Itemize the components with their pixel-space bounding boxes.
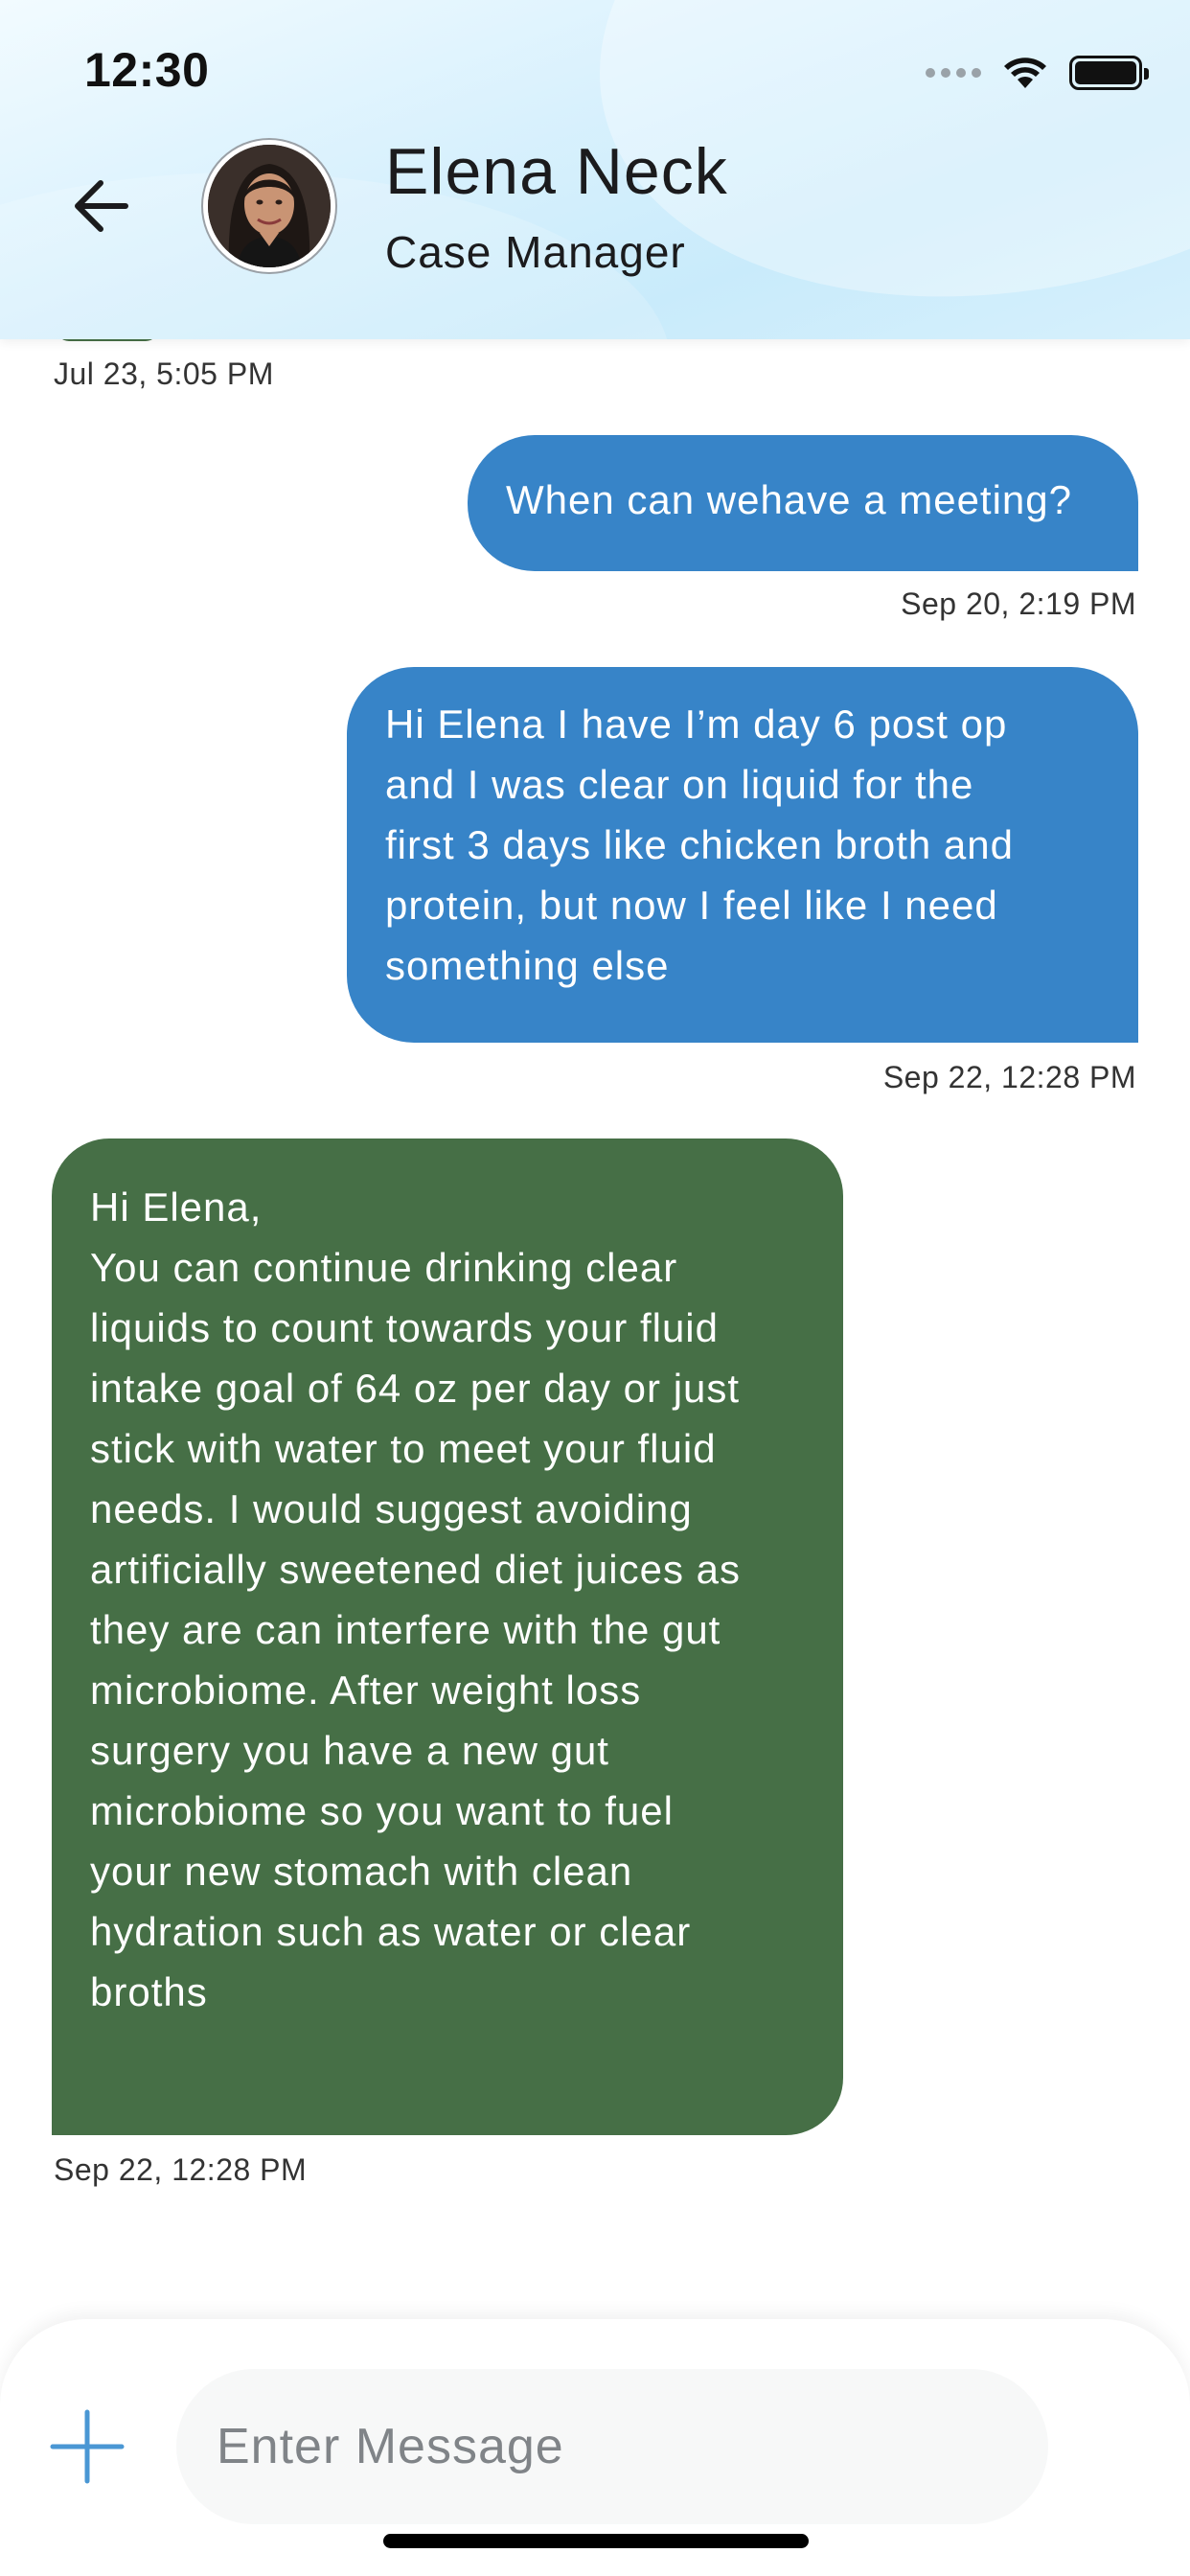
message-line: stick with water to meet your fluid xyxy=(90,1426,717,1471)
message-line: microbiome. After weight loss xyxy=(90,1668,642,1713)
message-line: and I was clear on liquid for the xyxy=(385,762,974,807)
message-timestamp: Sep 22, 12:28 PM xyxy=(54,2152,308,2187)
message-line: broths xyxy=(90,1969,208,2014)
message-line: your new stomach with clean xyxy=(90,1849,633,1894)
cellular-signal-icon xyxy=(926,68,981,78)
home-indicator xyxy=(383,2534,809,2548)
message-line: liquids to count towards your fluid xyxy=(90,1305,719,1350)
message-timestamp: Sep 20, 2:19 PM xyxy=(901,586,1136,621)
contact-role: Case Manager xyxy=(385,227,686,277)
message-line: intake goal of 64 oz per day or just xyxy=(90,1366,741,1411)
message-line: Hi Elena, xyxy=(90,1184,263,1230)
contact-name: Elena Neck xyxy=(385,135,728,208)
wifi-icon xyxy=(1004,58,1046,88)
message-list[interactable]: Jul 23, 5:05 PM When can wehave a meetin… xyxy=(0,328,1190,2323)
profile-photo xyxy=(208,145,331,267)
message-line: protein, but now I feel like I need xyxy=(385,883,998,928)
add-attachment-button[interactable] xyxy=(46,2405,128,2488)
status-icons xyxy=(926,52,1149,94)
message-line: needs. I would suggest avoiding xyxy=(90,1486,693,1531)
back-button[interactable] xyxy=(67,172,134,240)
message-line: something else xyxy=(385,943,670,988)
message-line: Hi Elena I have I’m day 6 post op xyxy=(385,702,1008,747)
avatar[interactable] xyxy=(203,140,335,272)
message-line: first 3 days like chicken broth and xyxy=(385,822,1014,867)
message-text: When can wehave a meeting? xyxy=(506,477,1073,522)
received-message-bubble[interactable]: Hi Elena, You can continue drinking clea… xyxy=(52,1138,843,2135)
message-line: hydration such as water or clear xyxy=(90,1909,692,1954)
message-line: surgery you have a new gut xyxy=(90,1728,609,1773)
message-line: artificially sweetened diet juices as xyxy=(90,1547,741,1592)
sent-message-bubble[interactable]: Hi Elena I have I’m day 6 post op and I … xyxy=(347,667,1138,1043)
message-line: they are can interfere with the gut xyxy=(90,1607,721,1652)
message-timestamp: Jul 23, 5:05 PM xyxy=(54,356,274,391)
message-timestamp: Sep 22, 12:28 PM xyxy=(882,1060,1136,1094)
chat-screen: 12:30 Elena Neck Case Manager Jul 23, 5:… xyxy=(0,0,1190,2576)
arrow-left-icon xyxy=(75,180,128,232)
plus-icon xyxy=(50,2409,125,2484)
message-input[interactable] xyxy=(176,2369,1048,2524)
chat-header: 12:30 Elena Neck Case Manager xyxy=(0,0,1190,339)
battery-icon xyxy=(1069,56,1149,90)
message-line: microbiome so you want to fuel xyxy=(90,1788,674,1833)
message-line: You can continue drinking clear xyxy=(90,1245,678,1290)
sent-message-bubble[interactable]: When can wehave a meeting? xyxy=(468,435,1138,571)
status-time: 12:30 xyxy=(84,43,210,97)
